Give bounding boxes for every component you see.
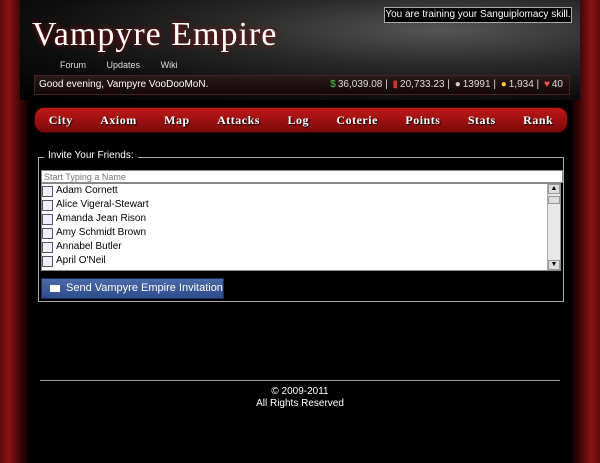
envelope-icon — [50, 284, 60, 292]
menu-log[interactable]: Log — [287, 113, 309, 128]
invite-legend: Invite Your Friends: — [44, 150, 138, 161]
gold-medal-icon: ● — [500, 79, 507, 90]
blood-icon: ▮ — [392, 79, 399, 90]
site-title[interactable]: Vampyre Empire — [32, 16, 277, 54]
gold-value: 1,934 — [508, 79, 534, 90]
list-scrollbar[interactable]: ▲ ▼ — [547, 184, 560, 270]
list-item[interactable]: April O'Neil — [42, 254, 560, 268]
money-icon: $ — [330, 79, 336, 90]
friend-search-input[interactable] — [41, 170, 563, 183]
friend-name: Amy Schmidt Brown — [56, 227, 147, 238]
hearts-value: 40 — [551, 79, 563, 90]
friend-name: April O'Neil — [56, 255, 106, 266]
friend-list: Adam Cornett Alice Vigeral-Stewart Amand… — [41, 183, 561, 271]
scroll-thumb[interactable] — [548, 196, 560, 204]
menu-points[interactable]: Points — [405, 113, 440, 128]
heart-icon: ♥ — [543, 79, 550, 90]
friend-name: Adam Cornett — [56, 185, 118, 196]
menu-coterie[interactable]: Coterie — [336, 113, 377, 128]
menu-stats[interactable]: Stats — [468, 113, 496, 128]
checkbox[interactable] — [42, 185, 53, 197]
training-notice: You are training your Sanguiplomacy skil… — [384, 7, 572, 23]
greeting-text: Good evening, Vampyre VooDooMoN. — [39, 79, 209, 90]
list-item[interactable]: Amanda Jean Rison — [42, 212, 560, 226]
menu-city[interactable]: City — [49, 113, 73, 128]
footer: © 2009-2011 All Rights Reserved — [0, 386, 600, 410]
money-value: 36,039.08 — [337, 79, 383, 90]
friend-name: Amanda Jean Rison — [56, 213, 147, 224]
main-menu: City Axiom Map Attacks Log Coterie Point… — [34, 107, 568, 133]
checkbox[interactable] — [42, 213, 53, 225]
friend-name: Annabel Butler — [56, 241, 122, 252]
nav-wiki-link[interactable]: Wiki — [161, 60, 178, 70]
checkbox[interactable] — [42, 255, 53, 267]
menu-axiom[interactable]: Axiom — [100, 113, 137, 128]
page-frame: Vampyre Empire Forum Updates Wiki You ar… — [0, 0, 600, 463]
footer-divider — [40, 380, 560, 381]
scroll-up-icon[interactable]: ▲ — [548, 184, 560, 194]
friend-name: Alice Vigeral-Stewart — [56, 199, 149, 210]
menu-rank[interactable]: Rank — [523, 113, 553, 128]
resource-stats: $36,039.08 | ▮ 20,733.23 | ● 13991 | ● 1,93… — [330, 79, 563, 90]
menu-attacks[interactable]: Attacks — [217, 113, 260, 128]
menu-map[interactable]: Map — [164, 113, 190, 128]
list-item[interactable]: Annabel Butler — [42, 240, 560, 254]
checkbox[interactable] — [42, 227, 53, 239]
population-icon: ● — [454, 79, 461, 90]
send-invitation-label: Send Vampyre Empire Invitation — [66, 282, 223, 294]
nav-updates-link[interactable]: Updates — [107, 60, 141, 70]
population-value: 13991 — [462, 79, 491, 90]
status-bar: Good evening, Vampyre VooDooMoN. $36,039… — [34, 75, 570, 95]
blood-value: 20,733.23 — [400, 79, 445, 90]
copyright-text: © 2009-2011 — [271, 386, 329, 397]
top-navigation: Forum Updates Wiki — [60, 60, 196, 70]
checkbox[interactable] — [42, 199, 53, 211]
list-item[interactable]: Adam Cornett — [42, 184, 560, 198]
list-item[interactable]: Amy Schmidt Brown — [42, 226, 560, 240]
checkbox[interactable] — [42, 241, 53, 253]
rights-text: All Rights Reserved — [256, 398, 344, 409]
list-item[interactable]: Alice Vigeral-Stewart — [42, 198, 560, 212]
scroll-down-icon[interactable]: ▼ — [548, 260, 560, 270]
send-invitation-button[interactable]: Send Vampyre Empire Invitation — [41, 278, 224, 299]
nav-forum-link[interactable]: Forum — [60, 60, 86, 70]
